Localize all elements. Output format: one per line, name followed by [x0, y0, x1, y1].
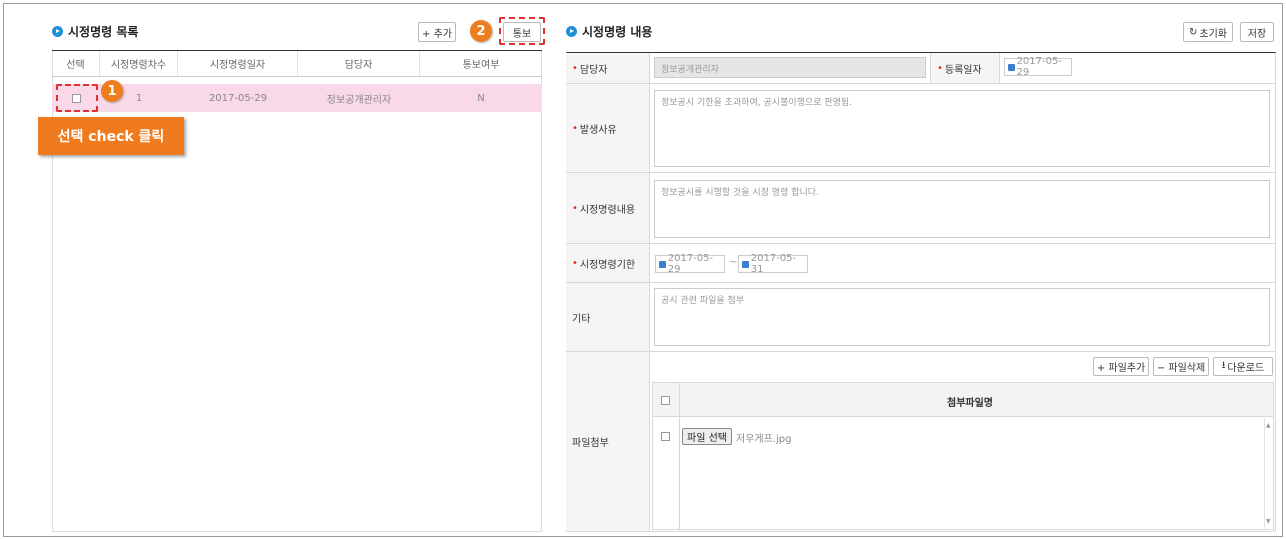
detail-section-title: 시정명령 내용 [566, 23, 652, 40]
content-textarea[interactable]: 정보공시를 시행할 것을 시정 명령 합니다. [654, 180, 1270, 238]
divider [566, 83, 1276, 84]
list-title-text: 시정명령 목록 [68, 25, 139, 39]
step-2-badge: 2 [470, 20, 492, 42]
regdate-label: 등록일자 [930, 53, 1000, 83]
divider [566, 282, 1276, 283]
period-label: 시정명령기한 [566, 244, 650, 282]
download-icon: ⭳ [1221, 360, 1226, 371]
file-delete-button[interactable]: − 파일삭제 [1153, 357, 1209, 376]
period-end-value: 2017-05-31 [750, 253, 797, 275]
scroll-up-icon[interactable]: ▲ [1266, 422, 1271, 429]
col-manager: 담당자 [298, 51, 420, 76]
file-scrollbar[interactable] [1264, 418, 1273, 529]
reset-label: 초기화 [1199, 28, 1227, 40]
download-label: 다운로드 [1227, 363, 1265, 374]
reset-button[interactable]: ↻ 초기화 [1183, 22, 1233, 42]
divider [566, 243, 1276, 244]
detail-title-text: 시정명령 내용 [582, 25, 653, 39]
etc-textarea[interactable]: 공시 관련 파일을 첨부 [654, 288, 1270, 346]
manager-label: 담당자 [566, 53, 650, 83]
attach-label: 파일첨부 [566, 352, 650, 531]
section-bullet-icon [52, 26, 63, 37]
row-date: 2017-05-29 [208, 92, 268, 104]
file-row-checkbox[interactable] [661, 432, 670, 441]
file-name: 저우게프.jpg [736, 434, 792, 445]
period-start-field[interactable]: 2017-05-29 [655, 253, 725, 275]
list-table-header: 선택 시정명령차수 시정명령일자 담당자 통보여부 [52, 50, 542, 77]
period-separator: ~ [729, 257, 738, 268]
divider [566, 351, 1276, 352]
regdate-value: 2017-05-29 [1016, 56, 1062, 78]
col-select: 선택 [52, 51, 100, 76]
checkbox-highlight [56, 84, 98, 112]
add-button[interactable]: + 추가 [418, 22, 456, 42]
file-check-column [653, 383, 680, 530]
calendar-icon [1008, 63, 1015, 71]
period-start-value: 2017-05-29 [667, 253, 714, 275]
table-row[interactable]: 1 2017-05-29 정보공개관리자 N [52, 84, 542, 112]
calendar-icon [742, 260, 749, 268]
col-date: 시정명령일자 [178, 51, 298, 76]
content-label: 시정명령내용 [566, 173, 650, 243]
download-button[interactable]: ⭳ 다운로드 [1213, 357, 1273, 376]
scroll-down-icon[interactable]: ▼ [1266, 518, 1271, 525]
period-end-field[interactable]: 2017-05-31 [738, 253, 808, 275]
refresh-icon: ↻ [1189, 26, 1198, 38]
instruction-callout: 선택 check 클릭 [38, 117, 184, 155]
file-choose-button[interactable]: 파일 선택 [682, 428, 732, 445]
reason-label: 발생사유 [566, 84, 650, 172]
divider [566, 172, 1276, 173]
reason-textarea[interactable]: 정보공시 기한을 초과하여, 공시불이행으로 판명됨. [654, 90, 1270, 167]
regdate-field[interactable]: 2017-05-29 [1004, 56, 1072, 78]
file-col-header: 첨부파일명 [947, 398, 993, 409]
etc-label: 기타 [566, 283, 650, 351]
save-button[interactable]: 저장 [1240, 22, 1274, 42]
row-notified: N [477, 92, 485, 104]
section-bullet-icon [566, 26, 577, 37]
notify-highlight [499, 17, 545, 45]
file-add-button[interactable]: + 파일추가 [1093, 357, 1149, 376]
step-1-badge: 1 [101, 80, 123, 102]
row-manager: 정보공개관리자 [326, 94, 392, 106]
col-round: 시정명령차수 [100, 51, 178, 76]
list-section-title: 시정명령 목록 [52, 23, 138, 40]
calendar-icon [659, 260, 666, 268]
file-header-checkbox[interactable] [661, 396, 670, 405]
manager-input[interactable]: 정보공개관리자 [654, 57, 926, 78]
col-notified: 통보여부 [462, 60, 500, 71]
